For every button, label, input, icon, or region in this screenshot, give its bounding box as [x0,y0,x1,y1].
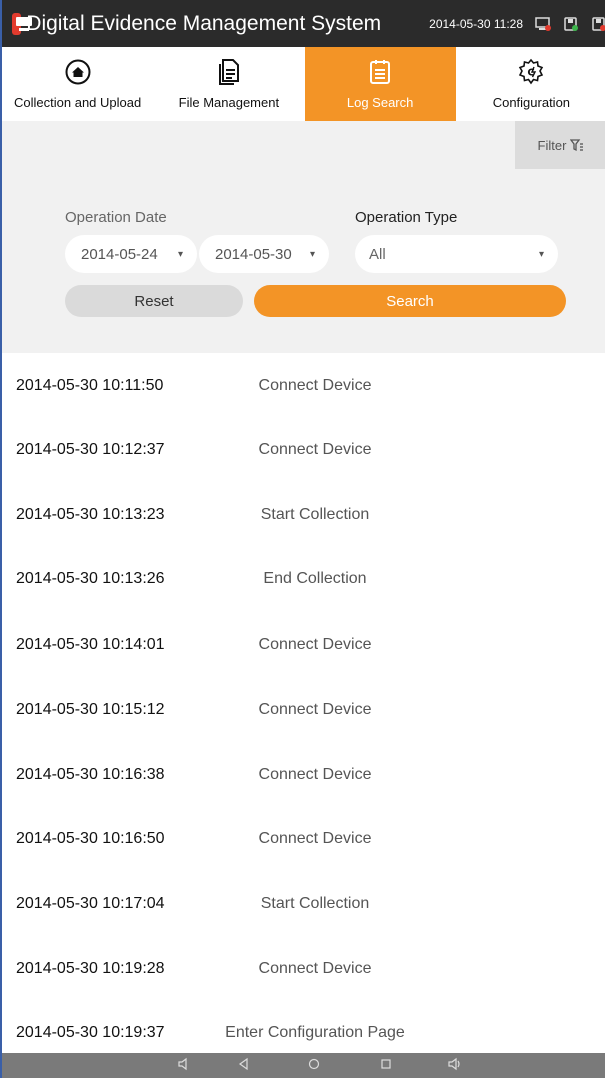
tab-label: Configuration [492,95,571,110]
start-date-select[interactable]: 2014-05-24 ▾ [65,235,197,273]
caret-down-icon: ▾ [538,248,544,260]
log-time: 2014-05-30 10:16:38 [16,766,165,783]
log-operation: Connect Device [258,701,372,718]
recents-icon[interactable] [380,1057,392,1075]
log-operation: Connect Device [258,830,372,847]
tab-label: File Management [178,95,280,110]
tab-configuration[interactable]: C Configuration [456,47,605,121]
app-logo-icon [12,12,33,35]
log-row[interactable]: 2014-05-30 10:12:37 Connect Device [2,430,605,470]
caret-down-icon: ▾ [309,248,315,260]
home-icon [65,57,91,87]
log-operation: Start Collection [260,506,370,523]
home-nav-icon[interactable] [308,1057,320,1075]
log-time: 2014-05-30 10:13:26 [16,570,165,587]
tab-file-management[interactable]: File Management [153,47,304,121]
operation-type-label: Operation Type [355,209,458,226]
back-icon[interactable] [238,1057,250,1075]
log-row[interactable]: 2014-05-30 10:16:50 Connect Device [2,819,605,859]
log-row[interactable]: 2014-05-30 10:19:37 Enter Configuration … [2,1013,605,1053]
end-date-value: 2014-05-30 [215,245,292,263]
log-icon [369,57,391,87]
log-row[interactable]: 2014-05-30 10:13:26 End Collection [2,559,605,599]
log-operation: End Collection [263,570,367,587]
log-operation: Connect Device [258,636,372,653]
tab-label: Collection and Upload [14,95,142,110]
log-time: 2014-05-30 10:13:23 [16,506,165,523]
log-time: 2014-05-30 10:11:50 [16,377,164,394]
log-time: 2014-05-30 10:19:37 [16,1024,165,1041]
main-tabs: Collection and Upload File Management Lo… [2,47,605,121]
log-operation: Enter Configuration Page [225,1024,405,1041]
log-row[interactable]: 2014-05-30 10:13:23 Start Collection [2,495,605,535]
filter-icon [570,139,584,152]
reset-button[interactable]: Reset [65,285,243,317]
system-nav-bar [2,1053,605,1078]
tab-log-search[interactable]: Log Search [304,47,456,121]
app-window: Digital Evidence Management System 2014-… [0,0,605,1078]
storage-ok-icon[interactable] [563,16,579,31]
log-time: 2014-05-30 10:19:28 [16,960,165,977]
operation-type-select[interactable]: All ▾ [355,235,558,273]
log-row[interactable]: 2014-05-30 10:14:01 Connect Device [2,625,605,665]
log-time: 2014-05-30 10:16:50 [16,830,165,847]
settings-gear-icon: C [517,57,545,87]
start-date-value: 2014-05-24 [81,245,158,263]
operation-type-value: All [369,245,386,263]
filter-panel: Filter Operation Date Operation Type 201… [2,121,605,353]
title-bar: Digital Evidence Management System 2014-… [2,0,605,47]
filter-button[interactable]: Filter [515,121,605,169]
device-disconnected-icon[interactable] [535,16,551,31]
log-row[interactable]: 2014-05-30 10:16:38 Connect Device [2,755,605,795]
tab-collection-and-upload[interactable]: Collection and Upload [2,47,153,121]
log-operation: Connect Device [258,766,372,783]
log-row[interactable]: 2014-05-30 10:19:28 Connect Device [2,949,605,989]
filter-label: Filter [537,137,567,153]
operation-date-label: Operation Date [65,209,167,226]
app-title: Digital Evidence Management System [26,11,382,35]
log-operation: Connect Device [258,441,372,458]
log-time: 2014-05-30 10:17:04 [16,895,165,912]
document-icon [218,57,240,87]
storage-alert-icon[interactable] [591,16,605,31]
log-operation: Connect Device [258,377,372,394]
volume-up-icon[interactable] [448,1057,462,1075]
end-date-select[interactable]: 2014-05-30 ▾ [199,235,329,273]
log-operation: Connect Device [258,960,372,977]
search-button[interactable]: Search [254,285,566,317]
log-time: 2014-05-30 10:12:37 [16,441,165,458]
log-list: 2014-05-30 10:11:50 Connect Device 2014-… [2,353,605,1053]
log-row[interactable]: 2014-05-30 10:17:04 Start Collection [2,884,605,924]
log-time: 2014-05-30 10:14:01 [16,636,165,653]
log-row[interactable]: 2014-05-30 10:11:50 Connect Device [2,366,605,406]
clock: 2014-05-30 11:28 [429,16,523,31]
log-time: 2014-05-30 10:15:12 [16,701,165,718]
log-operation: Start Collection [260,895,370,912]
volume-down-icon[interactable] [178,1057,190,1075]
caret-down-icon: ▾ [177,248,183,260]
log-row[interactable]: 2014-05-30 10:15:12 Connect Device [2,690,605,730]
tab-label: Log Search [346,95,414,110]
